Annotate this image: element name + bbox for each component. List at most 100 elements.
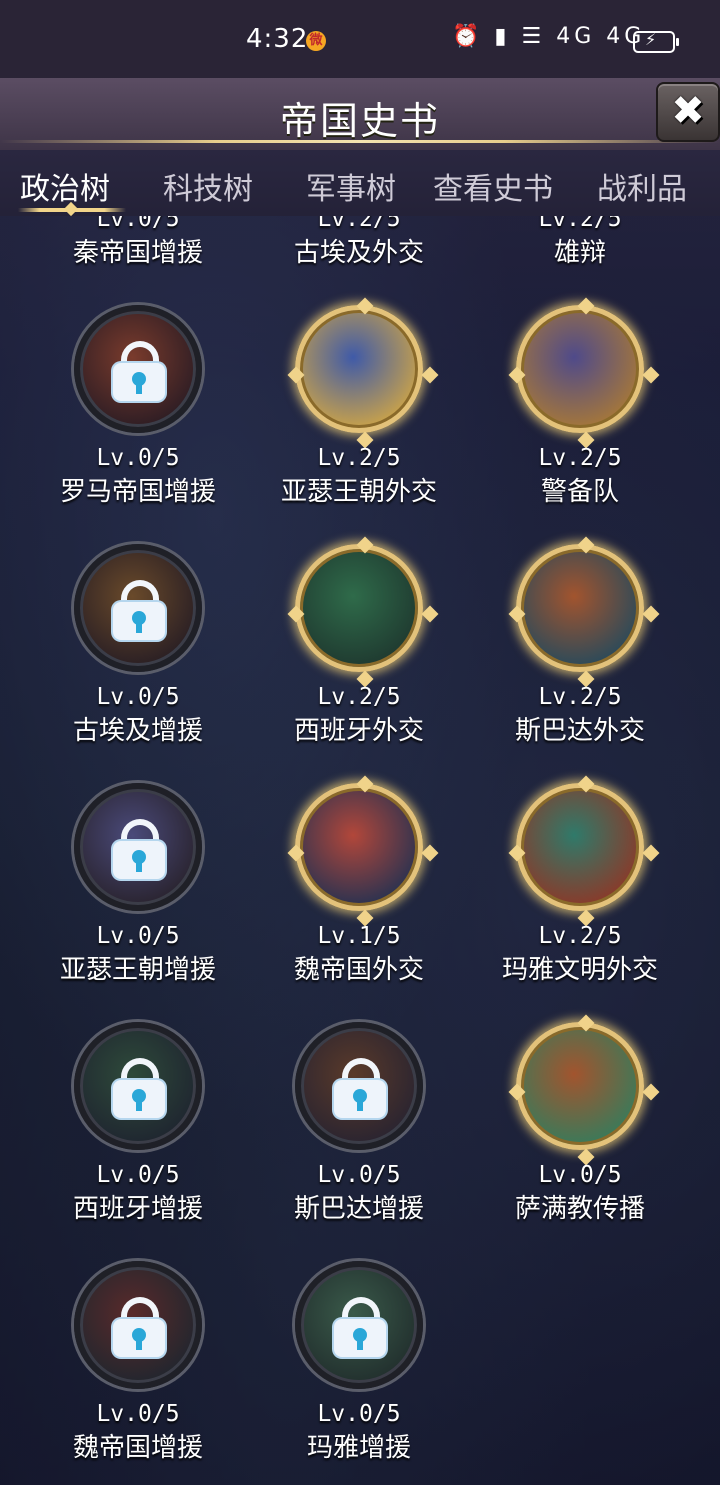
medallion-spike-icon: [642, 844, 660, 862]
skill-level: Lv.2/5: [538, 216, 622, 232]
medallion-spike-icon: [642, 366, 660, 384]
status-bar: 4:32 微 ⏰ ▮ ☰ 4G 4G ⚡: [0, 0, 720, 78]
skill-level: Lv.0/5: [96, 1162, 180, 1188]
tab-military[interactable]: 军事树: [306, 164, 396, 208]
skill-level: Lv.2/5: [538, 923, 622, 949]
locked-skill-icon[interactable]: [295, 1261, 423, 1389]
medallion-spike-icon: [287, 366, 305, 384]
locked-skill-icon[interactable]: [74, 1261, 202, 1389]
medallion-spike-icon: [642, 605, 660, 623]
locked-skill-icon[interactable]: [74, 1022, 202, 1150]
skill-name: 斯巴达外交: [514, 716, 645, 746]
tab-politics[interactable]: 政治树: [20, 164, 110, 208]
tab-technology[interactable]: 科技树: [163, 164, 253, 208]
medallion-spike-icon: [421, 605, 439, 623]
medallion-spike-icon: [508, 605, 526, 623]
medallion-spike-icon: [577, 536, 595, 554]
skill-name: 玛雅文明外交: [501, 955, 658, 985]
unlocked-skill-icon[interactable]: [287, 775, 439, 927]
skill-grid: Lv.0/5 秦帝国增援 Lv.2/5 古埃及外交 Lv.2/5 雄辩 Lv.0/5 罗马帝国…: [0, 216, 720, 1466]
skill-node[interactable]: Lv.0/5 西班牙增援: [28, 1022, 248, 1252]
skill-node[interactable]: Lv.2/5 古埃及外交: [249, 216, 469, 296]
lock-icon: [334, 1058, 386, 1118]
medallion-spike-icon: [577, 297, 595, 315]
header-divider: [0, 140, 720, 143]
skill-name: 魏帝国增援: [72, 1433, 203, 1463]
skill-level: Lv.0/5: [96, 445, 180, 471]
skill-node[interactable]: Lv.0/5 罗马帝国增援: [28, 305, 248, 535]
skill-name: 亚瑟王朝外交: [280, 477, 437, 507]
skill-node[interactable]: Lv.2/5 西班牙外交: [249, 536, 469, 774]
skill-node[interactable]: Lv.2/5 斯巴达外交: [470, 536, 690, 774]
skill-level: Lv.0/5: [538, 1162, 622, 1188]
locked-skill-icon[interactable]: [74, 783, 202, 911]
status-time: 4:32: [246, 24, 309, 54]
battery-icon: ⚡: [633, 30, 679, 53]
skill-level: Lv.0/5: [317, 1162, 401, 1188]
skill-node[interactable]: Lv.0/5 玛雅增援: [249, 1261, 469, 1466]
skill-name: 警备队: [540, 477, 619, 507]
unlocked-skill-icon[interactable]: [508, 536, 660, 688]
skill-node[interactable]: Lv.0/5 秦帝国增援: [28, 216, 248, 296]
skill-node[interactable]: Lv.0/5 亚瑟王朝增援: [28, 783, 248, 1013]
unlocked-skill-icon[interactable]: [508, 775, 660, 927]
unlocked-skill-icon[interactable]: [508, 297, 660, 449]
skill-node[interactable]: Lv.1/5 魏帝国外交: [249, 775, 469, 1013]
skill-level: Lv.2/5: [317, 445, 401, 471]
medallion-spike-icon: [642, 1083, 660, 1101]
unlocked-skill-icon[interactable]: [287, 536, 439, 688]
tab-bar: 政治树 科技树 军事树 查看史书 战利品: [0, 150, 720, 217]
medallion-spike-icon: [421, 844, 439, 862]
lock-icon: [113, 580, 165, 640]
weibo-icon: 微: [306, 31, 326, 51]
page-title: 帝国史书: [279, 99, 440, 143]
close-button[interactable]: ✖: [656, 82, 720, 142]
skill-name: 萨满教传播: [514, 1194, 645, 1224]
medallion-spike-icon: [508, 844, 526, 862]
tab-history-book[interactable]: 查看史书: [433, 164, 553, 208]
skill-level: Lv.1/5: [317, 923, 401, 949]
medallion-spike-icon: [356, 536, 374, 554]
locked-skill-icon[interactable]: [74, 305, 202, 433]
skill-level: Lv.2/5: [538, 445, 622, 471]
lock-icon: [113, 1058, 165, 1118]
lock-icon: [334, 1297, 386, 1357]
skill-node[interactable]: Lv.0/5 魏帝国增援: [28, 1261, 248, 1466]
medallion-spike-icon: [577, 1014, 595, 1032]
skill-name: 西班牙增援: [72, 1194, 203, 1224]
skill-name: 罗马帝国增援: [59, 477, 216, 507]
skill-name: 古埃及增援: [72, 716, 203, 746]
skill-name: 古埃及外交: [293, 238, 424, 268]
skill-node[interactable]: Lv.0/5 斯巴达增援: [249, 1022, 469, 1252]
skill-node[interactable]: Lv.0/5 萨满教传播: [470, 1014, 690, 1252]
medallion-spike-icon: [508, 1083, 526, 1101]
lock-icon: [113, 1297, 165, 1357]
medallion-spike-icon: [356, 297, 374, 315]
locked-skill-icon[interactable]: [74, 544, 202, 672]
skill-name: 魏帝国外交: [293, 955, 424, 985]
skill-level: Lv.0/5: [96, 216, 180, 232]
locked-skill-icon[interactable]: [295, 1022, 423, 1150]
tab-trophies[interactable]: 战利品: [597, 164, 687, 208]
skill-node[interactable]: Lv.2/5 雄辩: [470, 216, 690, 296]
skill-name: 亚瑟王朝增援: [59, 955, 216, 985]
skill-name: 西班牙外交: [293, 716, 424, 746]
lock-icon: [113, 341, 165, 401]
skill-name: 斯巴达增援: [293, 1194, 424, 1224]
close-icon: ✖: [671, 88, 705, 134]
medallion-spike-icon: [508, 366, 526, 384]
skill-node[interactable]: Lv.2/5 亚瑟王朝外交: [249, 297, 469, 535]
medallion-spike-icon: [577, 775, 595, 793]
medallion-spike-icon: [287, 605, 305, 623]
medallion-spike-icon: [356, 775, 374, 793]
skill-node[interactable]: Lv.2/5 警备队: [470, 297, 690, 535]
skill-level: Lv.0/5: [317, 1401, 401, 1427]
skill-level: Lv.2/5: [538, 684, 622, 710]
page-header: 帝国史书: [0, 78, 720, 150]
skill-node[interactable]: Lv.0/5 古埃及增援: [28, 544, 248, 774]
skill-node[interactable]: Lv.2/5 玛雅文明外交: [470, 775, 690, 1013]
unlocked-skill-icon[interactable]: [287, 297, 439, 449]
skill-level: Lv.2/5: [317, 684, 401, 710]
skill-level: Lv.2/5: [317, 216, 401, 232]
unlocked-skill-icon[interactable]: [508, 1014, 660, 1166]
